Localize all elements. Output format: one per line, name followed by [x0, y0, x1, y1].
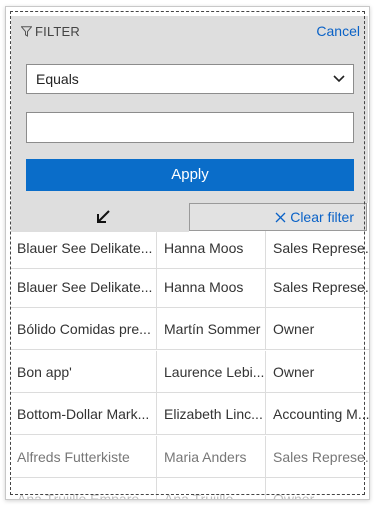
filter-icon	[20, 26, 33, 37]
cell-contact[interactable]: Martín Sommer	[157, 308, 266, 350]
operator-select-value: Equals	[36, 71, 79, 87]
apply-button[interactable]: Apply	[26, 159, 354, 191]
cell-title[interactable]: Owner	[266, 351, 369, 393]
cell-title[interactable]: Accounting M...	[266, 393, 369, 435]
close-icon	[275, 212, 286, 223]
table-row[interactable]: Bon app' Laurence Lebi... Owner	[6, 351, 369, 393]
cell-title[interactable]: Owner	[266, 478, 369, 499]
cell-contact[interactable]: Ana Trujillo	[157, 478, 266, 499]
filter-value-input[interactable]	[26, 112, 354, 143]
cell-title[interactable]: Sales Represe...	[266, 266, 369, 308]
cell-company[interactable]: Blauer See Delikate...	[10, 266, 157, 308]
filter-header: FILTER Cancel	[11, 16, 368, 46]
cell-company[interactable]: Bottom-Dollar Mark...	[10, 393, 157, 435]
cell-contact[interactable]: Hanna Moos	[157, 266, 266, 308]
resize-handle[interactable]	[11, 203, 189, 232]
clear-filter-button[interactable]: Clear filter	[189, 203, 367, 231]
filter-panel: FILTER Cancel Equals Apply	[11, 16, 368, 203]
cell-company[interactable]: Alfreds Futterkiste	[10, 436, 157, 478]
cell-contact[interactable]: Laurence Lebi...	[157, 351, 266, 393]
cell-contact[interactable]: Elizabeth Linc...	[157, 393, 266, 435]
operator-select[interactable]: Equals	[26, 64, 354, 94]
table-row[interactable]: Blauer See Delikate... Hanna Moos Sales …	[6, 266, 369, 308]
table-row[interactable]: Bottom-Dollar Mark... Elizabeth Linc... …	[6, 393, 369, 435]
cell-title[interactable]: Owner	[266, 308, 369, 350]
table-row[interactable]: Ana Trujillo Empare... Ana Trujillo Owne…	[6, 478, 369, 499]
cell-company[interactable]: Bólido Comidas pre...	[10, 308, 157, 350]
chevron-down-icon	[333, 75, 345, 83]
clear-filter-label: Clear filter	[290, 209, 354, 225]
resize-arrow-icon	[97, 210, 110, 223]
cell-title[interactable]: Sales Represe...	[266, 436, 369, 478]
filter-footer: Clear filter	[11, 203, 368, 234]
cell-company[interactable]: Bon app'	[10, 351, 157, 393]
grid-container: Blauer See Delikate... Hanna Moos Sales …	[5, 6, 370, 500]
filter-title-label: FILTER	[35, 24, 81, 39]
cell-contact[interactable]: Maria Anders	[157, 436, 266, 478]
cell-company[interactable]: Ana Trujillo Empare...	[10, 478, 157, 499]
filter-title: FILTER	[20, 24, 81, 39]
table-row[interactable]: Alfreds Futterkiste Maria Anders Sales R…	[6, 436, 369, 478]
table-row[interactable]: Bólido Comidas pre... Martín Sommer Owne…	[6, 308, 369, 350]
cancel-button[interactable]: Cancel	[316, 23, 360, 39]
